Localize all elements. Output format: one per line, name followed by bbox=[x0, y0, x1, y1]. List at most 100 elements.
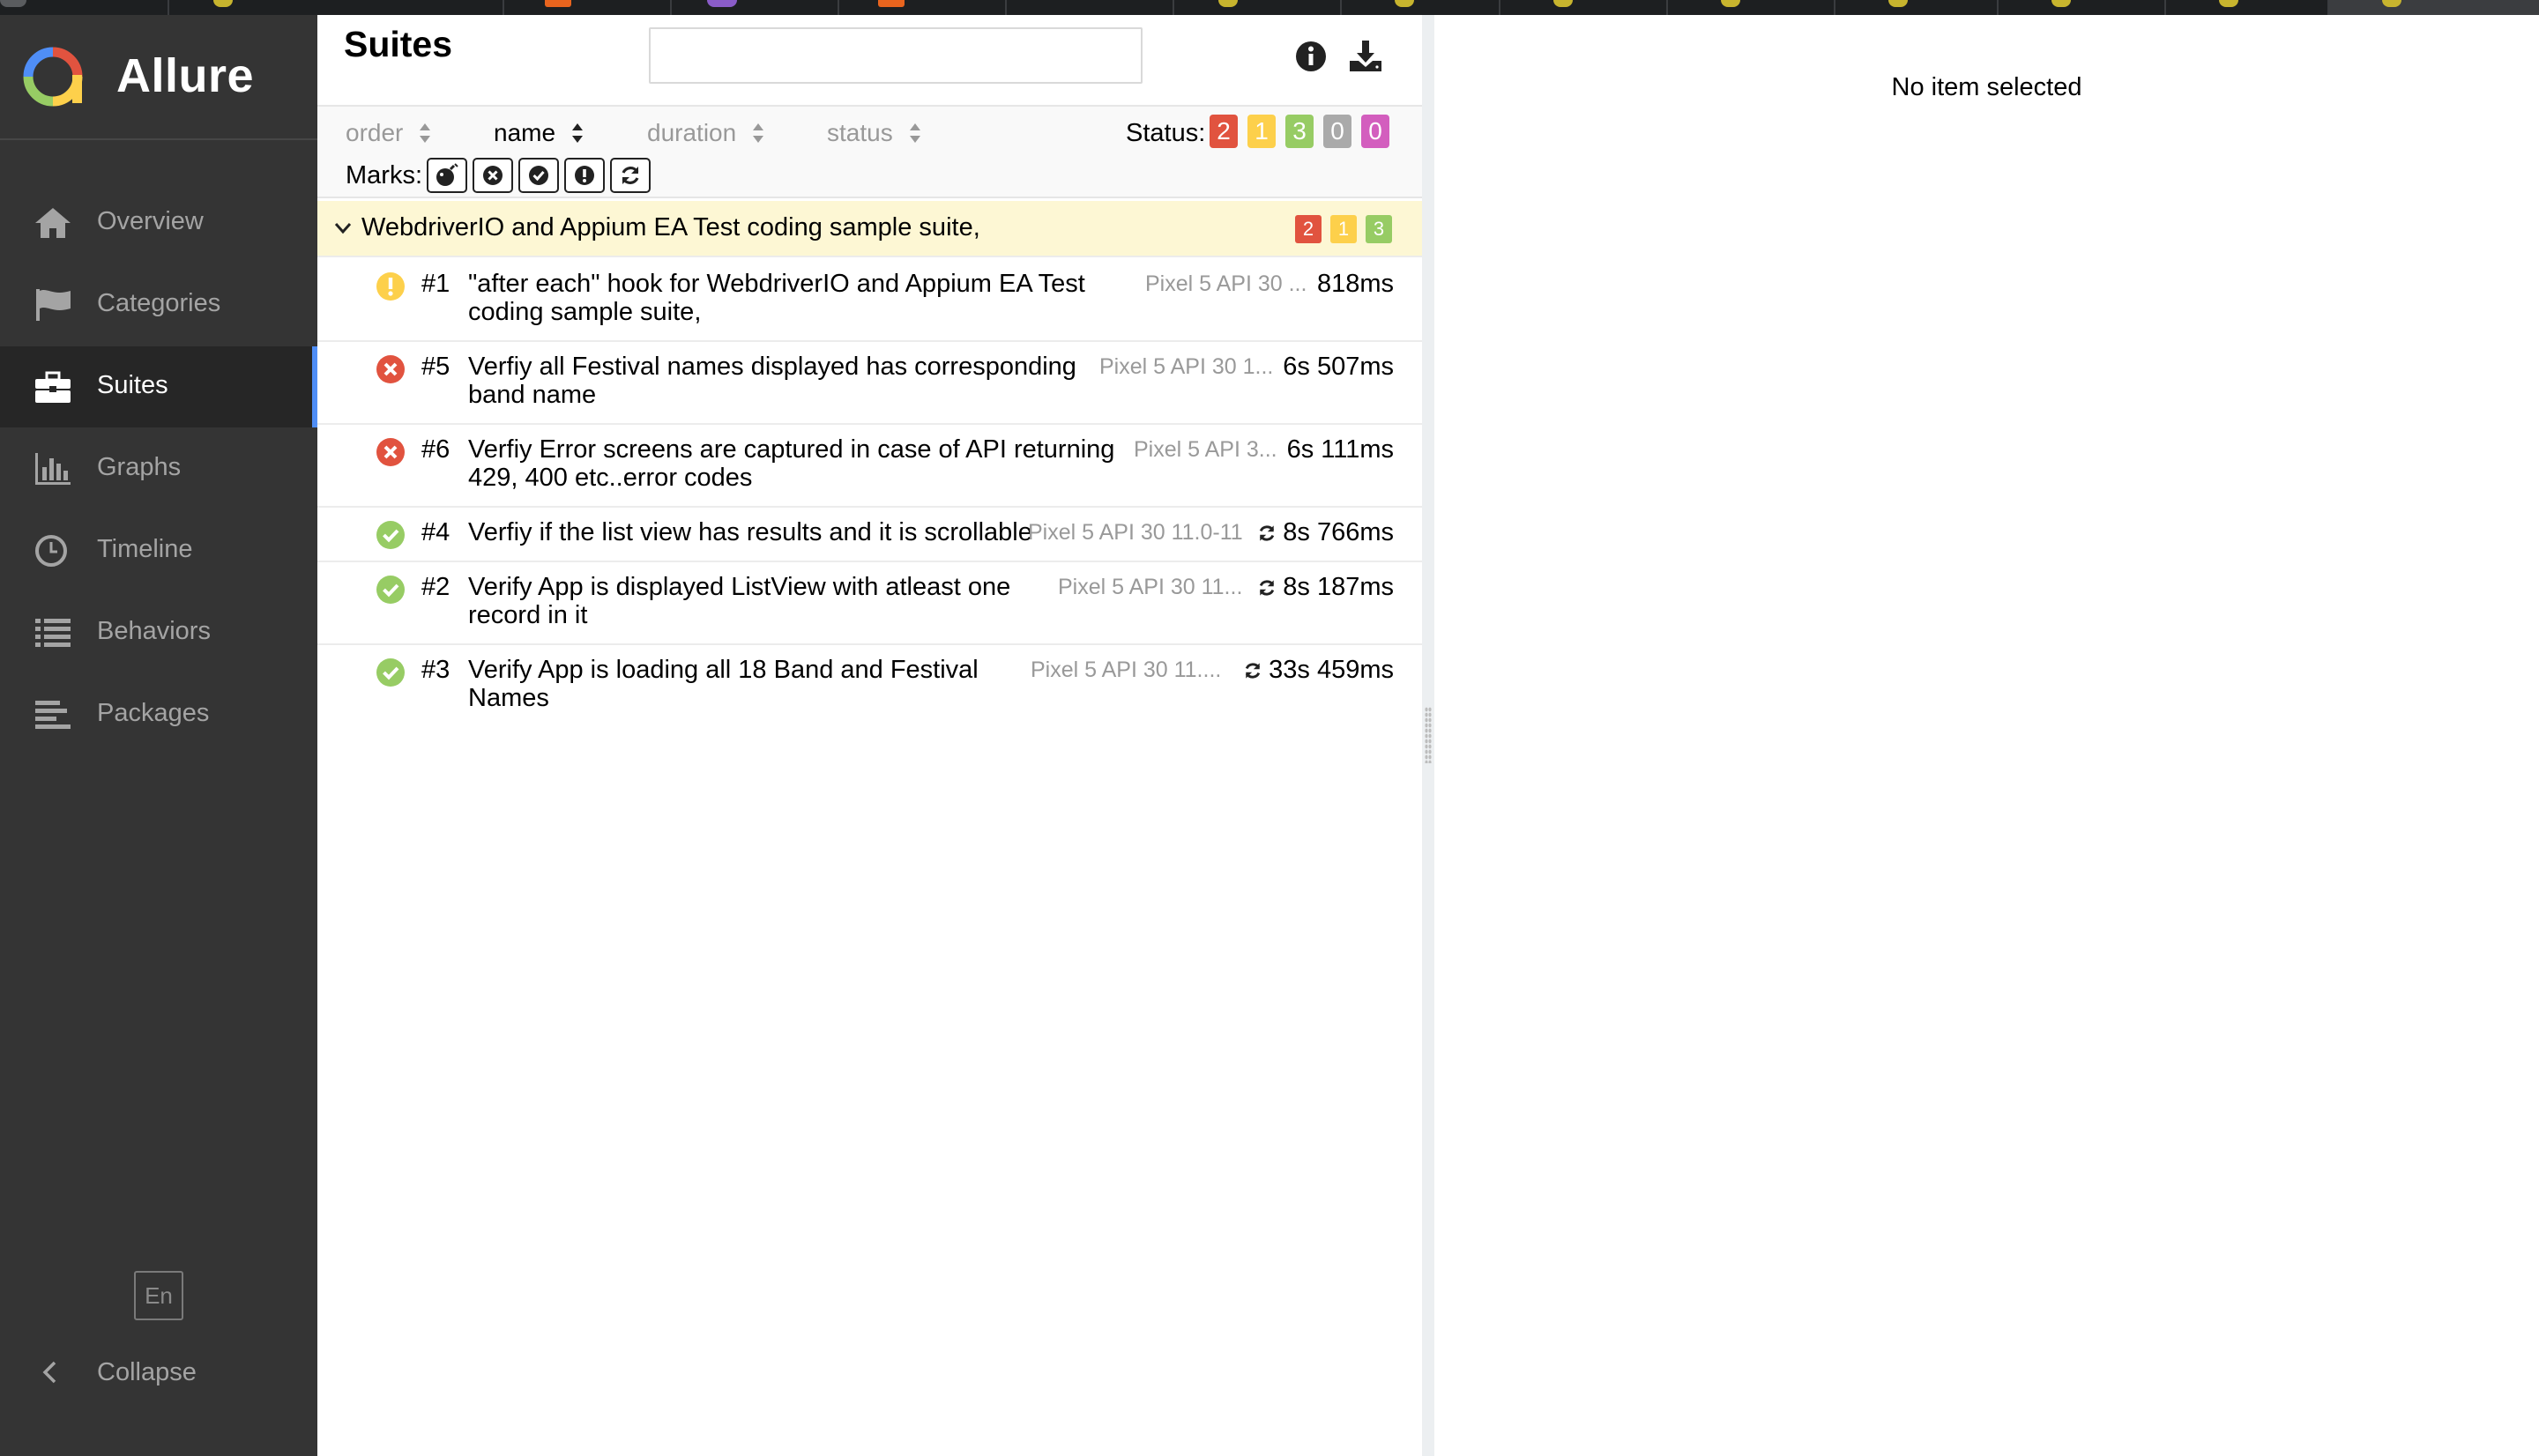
duration-value: 6s 507ms bbox=[1283, 353, 1394, 381]
marks-label: Marks: bbox=[346, 161, 422, 189]
tab-favicon bbox=[707, 0, 737, 7]
test-parameters: Pixel 5 API 30 1... bbox=[1099, 354, 1274, 379]
test-row[interactable]: #2 Verify App is displayed ListView with… bbox=[317, 562, 1422, 645]
tab-favicon bbox=[0, 0, 26, 7]
language-button[interactable]: En bbox=[134, 1271, 183, 1320]
test-row[interactable]: #3 Verify App is loading all 18 Band and… bbox=[317, 645, 1422, 728]
test-parameters: Pixel 5 API 30 11... bbox=[1058, 575, 1243, 599]
sort-icon bbox=[572, 123, 584, 143]
tab-favicon bbox=[878, 0, 905, 7]
align-left-icon bbox=[35, 701, 71, 729]
test-name: Verfiy Error screens are captured in cas… bbox=[468, 435, 1114, 492]
broken-status-icon bbox=[376, 272, 405, 301]
exclamation-circle-icon bbox=[575, 166, 594, 185]
info-icon[interactable] bbox=[1292, 38, 1329, 75]
tab-favicon bbox=[1553, 0, 1573, 7]
browser-tab[interactable] bbox=[1005, 0, 1007, 15]
test-row[interactable]: #6 Verfiy Error screens are captured in … bbox=[317, 425, 1422, 508]
sort-by-status[interactable]: status bbox=[827, 119, 921, 147]
test-duration: 6s 111ms bbox=[1287, 435, 1394, 464]
test-name: Verify App is displayed ListView with at… bbox=[468, 573, 1010, 629]
sidebar-item-graphs[interactable]: Graphs bbox=[0, 428, 317, 509]
duration-value: 33s 459ms bbox=[1269, 656, 1394, 684]
browser-tab[interactable] bbox=[2164, 0, 2238, 15]
bomb-icon bbox=[436, 163, 458, 186]
sort-label: name bbox=[494, 119, 556, 146]
passed-status-icon bbox=[376, 658, 405, 687]
browser-tab[interactable] bbox=[1173, 0, 1238, 15]
status-filter-passed[interactable]: 3 bbox=[1285, 115, 1314, 148]
browser-tab[interactable] bbox=[670, 0, 737, 15]
sort-toolbar: order name duration status Status: 2 1 3… bbox=[317, 105, 1422, 154]
mark-retries-button[interactable] bbox=[610, 158, 651, 193]
test-name-line: Verfiy Error screens are captured in cas… bbox=[468, 435, 1115, 464]
browser-tab[interactable] bbox=[1666, 0, 1740, 15]
retry-icon bbox=[1260, 524, 1275, 541]
test-number: #5 bbox=[421, 353, 450, 381]
sidebar-item-label: Packages bbox=[97, 699, 210, 727]
sort-label: duration bbox=[647, 119, 737, 146]
mark-flaky-button[interactable] bbox=[427, 158, 467, 193]
status-filter-skipped[interactable]: 0 bbox=[1323, 115, 1351, 148]
chevron-left-icon bbox=[42, 1361, 56, 1384]
test-name-line: coding sample suite, bbox=[468, 298, 702, 326]
sort-by-order[interactable]: order bbox=[346, 119, 431, 147]
mark-new-failed-button[interactable] bbox=[473, 158, 513, 193]
browser-tab[interactable] bbox=[1834, 0, 1908, 15]
refresh-icon bbox=[622, 167, 639, 184]
browser-tab-active[interactable] bbox=[2327, 0, 2539, 15]
test-duration: 8s 766ms bbox=[1256, 518, 1394, 547]
group-failed-count: 2 bbox=[1295, 215, 1322, 243]
briefcase-icon bbox=[35, 371, 71, 403]
mark-new-broken-button[interactable] bbox=[564, 158, 605, 193]
sidebar-item-packages[interactable]: Packages bbox=[0, 674, 317, 755]
status-filter-unknown[interactable]: 0 bbox=[1361, 115, 1389, 148]
test-name-line: Verify App is loading all 18 Band and Fe… bbox=[468, 656, 979, 684]
sidebar-item-timeline[interactable]: Timeline bbox=[0, 510, 317, 591]
sort-by-duration[interactable]: duration bbox=[647, 119, 764, 147]
test-name-line: "after each" hook for WebdriverIO and Ap… bbox=[468, 270, 1085, 298]
test-name: Verfiy all Festival names displayed has … bbox=[468, 353, 1076, 409]
sidebar-item-behaviors[interactable]: Behaviors bbox=[0, 592, 317, 673]
test-row[interactable]: #4 Verfiy if the list view has results a… bbox=[317, 508, 1422, 562]
sort-by-name[interactable]: name bbox=[494, 119, 584, 147]
test-name-line: Verify App is displayed ListView with at… bbox=[468, 573, 1011, 601]
brand[interactable]: Allure bbox=[0, 15, 317, 140]
search-input[interactable] bbox=[649, 27, 1143, 84]
failed-status-icon bbox=[376, 355, 405, 383]
browser-tab[interactable] bbox=[1499, 0, 1573, 15]
duration-value: 8s 766ms bbox=[1283, 518, 1394, 546]
browser-tab[interactable] bbox=[168, 0, 233, 15]
status-filter-broken[interactable]: 1 bbox=[1247, 115, 1276, 148]
flag-icon bbox=[36, 289, 71, 321]
test-row[interactable]: #5 Verfiy all Festival names displayed h… bbox=[317, 342, 1422, 425]
duration-value: 8s 187ms bbox=[1283, 573, 1394, 601]
chevron-down-icon[interactable] bbox=[333, 219, 353, 238]
test-name-line: band name bbox=[468, 381, 597, 409]
sidebar-item-label: Graphs bbox=[97, 453, 182, 481]
sidebar-item-suites[interactable]: Suites bbox=[0, 346, 317, 427]
status-filter-failed[interactable]: 2 bbox=[1210, 115, 1238, 148]
browser-tab[interactable] bbox=[1997, 0, 2071, 15]
browser-tab[interactable] bbox=[503, 0, 571, 15]
sort-icon bbox=[909, 123, 920, 143]
browser-tab[interactable] bbox=[1340, 0, 1414, 15]
pane-splitter[interactable] bbox=[1422, 15, 1434, 1456]
download-icon[interactable] bbox=[1347, 38, 1384, 75]
test-parameters: Pixel 5 API 3... bbox=[1134, 437, 1277, 462]
collapse-button[interactable]: Collapse bbox=[0, 1337, 317, 1408]
test-number: #2 bbox=[421, 573, 450, 601]
test-name-line: Names bbox=[468, 684, 549, 712]
mark-new-passed-button[interactable] bbox=[518, 158, 559, 193]
splitter-grip-icon[interactable] bbox=[1425, 707, 1432, 763]
sort-icon bbox=[753, 123, 764, 143]
sidebar-item-label: Suites bbox=[97, 371, 168, 399]
test-row[interactable]: #1 "after each" hook for WebdriverIO and… bbox=[317, 259, 1422, 342]
test-name-line: Verfiy if the list view has results and … bbox=[468, 518, 1032, 546]
sidebar-item-overview[interactable]: Overview bbox=[0, 182, 317, 264]
sidebar-item-categories[interactable]: Categories bbox=[0, 264, 317, 345]
passed-status-icon bbox=[376, 576, 405, 604]
list-icon bbox=[35, 619, 71, 647]
browser-tab[interactable] bbox=[838, 0, 905, 15]
suite-group-row[interactable]: WebdriverIO and Appium EA Test coding sa… bbox=[317, 201, 1422, 257]
